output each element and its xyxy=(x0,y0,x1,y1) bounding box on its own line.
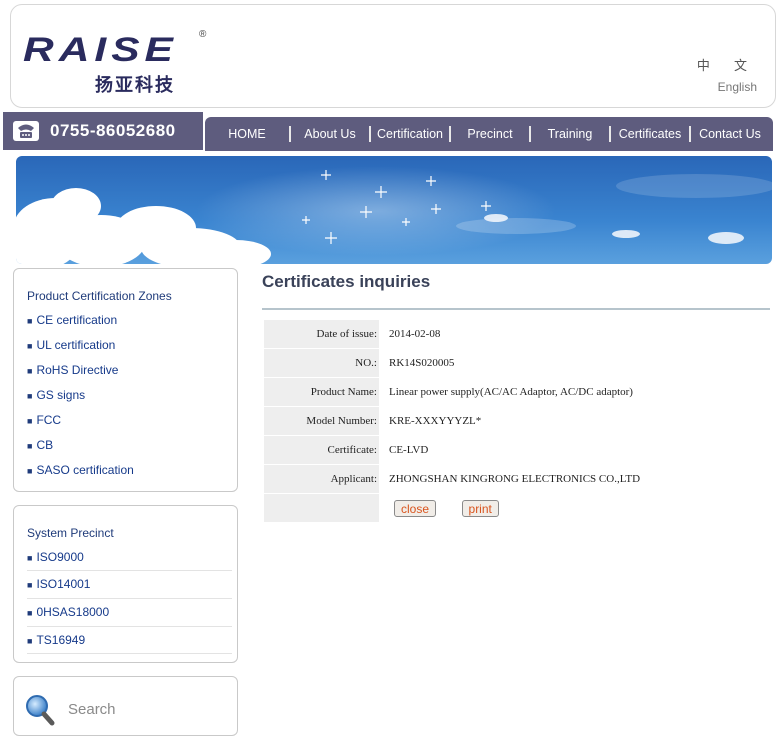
table-row: Date of issue: 2014-02-08 xyxy=(264,320,684,349)
main-nav: HOME About Us Certification Precinct Tra… xyxy=(205,117,773,151)
link-rohs-directive[interactable]: ■ RoHS Directive xyxy=(27,363,118,377)
title-divider xyxy=(262,308,770,310)
empty-label-cell xyxy=(264,493,379,523)
bullet-icon: ■ xyxy=(27,316,33,326)
table-row: Product Name: Linear power supply(AC/AC … xyxy=(264,377,684,407)
bullet-icon: ■ xyxy=(27,366,33,376)
nav-contact-us[interactable]: Contact Us xyxy=(691,127,769,141)
link-label: GS signs xyxy=(36,388,86,402)
field-label-applicant: Applicant: xyxy=(264,464,379,494)
link-label: CB xyxy=(36,438,54,452)
field-label-number: NO.: xyxy=(264,348,379,378)
bullet-icon: ■ xyxy=(27,636,33,646)
sky-banner-image xyxy=(16,156,772,264)
table-row: Applicant: ZHONGSHAN KINGRONG ELECTRONIC… xyxy=(264,464,684,494)
bullet-icon: ■ xyxy=(27,391,33,401)
nav-certificates[interactable]: Certificates xyxy=(611,127,689,141)
bullet-icon: ■ xyxy=(27,341,33,351)
logo-wordmark: RAISE xyxy=(23,31,178,69)
language-chinese-link[interactable]: 中 文 xyxy=(697,55,757,74)
actions-cell: close print xyxy=(379,494,684,523)
link-ohsas18000[interactable]: ■ 0HSAS18000 xyxy=(27,605,109,619)
system-precinct-panel: System Precinct ■ ISO9000 ■ ISO14001 ■ 0HSA… xyxy=(13,505,238,663)
site-header: RAISE ® 扬亚科技 中 文 English xyxy=(10,4,776,108)
search-label: Search xyxy=(68,701,116,718)
link-label: UL certification xyxy=(36,338,116,352)
link-ul-certification[interactable]: ■ UL certification xyxy=(27,338,115,352)
divider xyxy=(27,653,232,654)
link-label: CE certification xyxy=(36,313,118,327)
link-label: RoHS Directive xyxy=(36,363,119,377)
raise-logo[interactable]: RAISE ® 扬亚科技 xyxy=(23,29,206,96)
divider xyxy=(27,598,232,599)
divider xyxy=(27,570,232,571)
product-zones-title: Product Certification Zones xyxy=(27,289,172,303)
telephone-icon xyxy=(13,121,39,141)
link-fcc[interactable]: ■ FCC xyxy=(27,413,61,427)
bullet-icon: ■ xyxy=(27,441,33,451)
field-value-number: RK14S020005 xyxy=(389,357,455,369)
field-value-product-name: Linear power supply(AC/AC Adaptor, AC/DC… xyxy=(389,386,633,398)
field-label-certificate: Certificate: xyxy=(264,435,379,465)
field-value-model-number: KRE-XXXYYYZL* xyxy=(389,415,482,427)
system-precinct-title: System Precinct xyxy=(27,526,114,540)
registered-mark: ® xyxy=(199,29,207,40)
link-iso9000[interactable]: ■ ISO9000 xyxy=(27,550,84,564)
link-iso14001[interactable]: ■ ISO14001 xyxy=(27,577,90,591)
table-row-actions: close print xyxy=(264,493,684,523)
nav-about-us[interactable]: About Us xyxy=(291,127,369,141)
page-title: Certificates inquiries xyxy=(262,272,431,291)
field-value-applicant: ZHONGSHAN KINGRONG ELECTRONICS CO.,LTD xyxy=(389,473,641,485)
bullet-icon: ■ xyxy=(27,416,33,426)
phone-banner: 0755-86052680 xyxy=(3,112,203,150)
cloud-sky-illustration xyxy=(16,166,772,264)
print-button[interactable]: print xyxy=(461,499,499,517)
nav-precinct[interactable]: Precinct xyxy=(451,127,529,141)
divider xyxy=(27,626,232,627)
bullet-icon: ■ xyxy=(27,466,33,476)
link-ce-certification[interactable]: ■ CE certification xyxy=(27,313,117,327)
link-cb[interactable]: ■ CB xyxy=(27,438,53,452)
phone-number: 0755-86052680 xyxy=(50,121,176,140)
field-label-product-name: Product Name: xyxy=(264,377,379,407)
link-label: FCC xyxy=(36,413,62,427)
link-label: TS16949 xyxy=(36,633,86,647)
language-english-link[interactable]: English xyxy=(718,80,757,94)
field-label-date: Date of issue: xyxy=(264,320,379,349)
product-certification-panel: Product Certification Zones ■ CE certific… xyxy=(13,268,238,492)
field-value-date: 2014-02-08 xyxy=(389,328,441,341)
table-row: NO.: RK14S020005 xyxy=(264,348,684,378)
field-value-certificate: CE-LVD xyxy=(389,444,429,456)
certificate-details-table: Date of issue: 2014-02-08 NO.: RK14S0200… xyxy=(264,320,684,523)
table-row: Model Number: KRE-XXXYYYZL* xyxy=(264,406,684,436)
logo-chinese-name: 扬亚科技 xyxy=(95,75,175,96)
link-ts16949[interactable]: ■ TS16949 xyxy=(27,633,85,647)
link-gs-signs[interactable]: ■ GS signs xyxy=(27,388,85,402)
search-panel[interactable]: Search xyxy=(13,676,238,736)
link-label: ISO9000 xyxy=(36,550,84,564)
link-label: 0HSAS18000 xyxy=(36,605,110,619)
table-row: Certificate: CE-LVD xyxy=(264,435,684,465)
link-label: ISO14001 xyxy=(36,577,91,591)
nav-certification[interactable]: Certification xyxy=(371,127,449,141)
bullet-icon: ■ xyxy=(27,580,33,590)
bullet-icon: ■ xyxy=(27,553,33,563)
close-button[interactable]: close xyxy=(394,499,437,517)
field-label-model-number: Model Number: xyxy=(264,406,379,436)
link-saso-certification[interactable]: ■ SASO certification xyxy=(27,463,134,477)
nav-training[interactable]: Training xyxy=(531,127,609,141)
bullet-icon: ■ xyxy=(27,608,33,618)
link-label: SASO certification xyxy=(36,463,134,477)
nav-home[interactable]: HOME xyxy=(205,127,289,141)
magnifier-icon xyxy=(26,695,55,726)
